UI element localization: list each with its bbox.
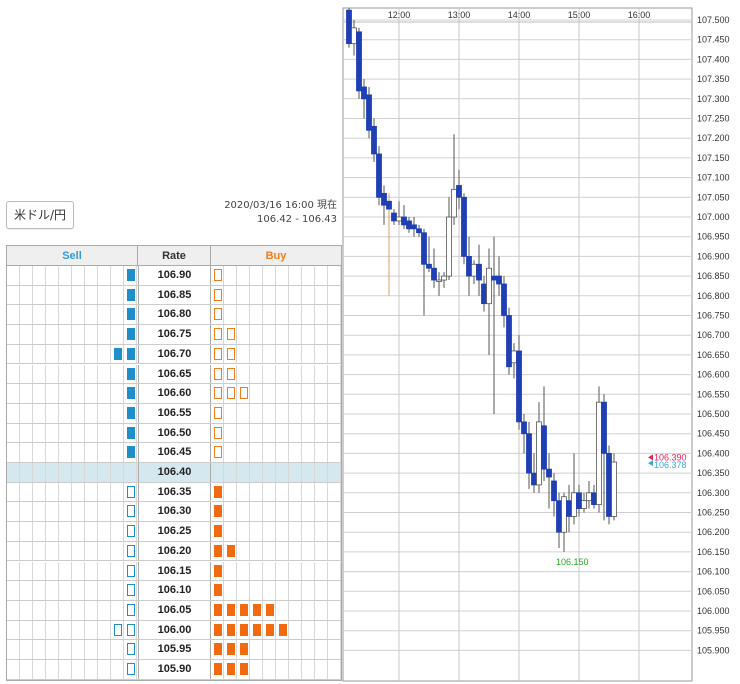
- candle-body: [476, 263, 482, 281]
- current-bid-label: 106.378: [654, 460, 687, 470]
- candle-body: [586, 492, 592, 502]
- y-tick-label: 106.300: [697, 488, 730, 498]
- candle-body: [416, 228, 422, 234]
- candle-body: [351, 27, 357, 45]
- candle-body: [461, 196, 467, 257]
- candle-body: [571, 492, 577, 517]
- y-tick-label: 106.150: [697, 547, 730, 557]
- y-tick-label: 106.700: [697, 330, 730, 340]
- candle-body: [566, 500, 572, 517]
- candle-body: [401, 216, 407, 226]
- y-tick-label: 107.300: [697, 94, 730, 104]
- candlestick-chart: 107.500 107.450 107.400 107.350 107.300 107.2…: [342, 7, 730, 682]
- candle-body: [581, 500, 587, 509]
- candle-body: [436, 279, 442, 282]
- y-tick-label: 106.450: [697, 429, 730, 439]
- y-tick-label: 106.750: [697, 311, 730, 321]
- candle-body: [511, 350, 517, 364]
- candle-body: [466, 255, 472, 277]
- y-tick-label: 107.000: [697, 212, 730, 222]
- candle-body: [486, 267, 492, 305]
- y-tick-label: 107.500: [697, 15, 730, 25]
- candle-body: [371, 125, 377, 155]
- candle-body: [606, 452, 612, 517]
- y-tick-label: 107.100: [697, 173, 730, 183]
- y-tick-label: 107.150: [697, 153, 730, 163]
- y-tick-label: 106.050: [697, 586, 730, 596]
- candle-body: [456, 185, 462, 198]
- candle-body: [601, 401, 607, 454]
- candle-body: [541, 425, 547, 470]
- candle-body: [446, 216, 452, 277]
- candle-body: [431, 267, 437, 281]
- candle-body: [391, 212, 397, 222]
- candle-body: [496, 275, 502, 285]
- candle-body: [576, 492, 582, 509]
- candle-body: [611, 461, 617, 517]
- candle-body: [536, 421, 542, 486]
- candle-body: [596, 401, 602, 506]
- y-tick-label: 107.250: [697, 114, 730, 124]
- plot-area: [342, 7, 693, 682]
- candle-body: [426, 263, 432, 269]
- low-price-annotation: 106.150: [556, 557, 589, 567]
- candle-body: [526, 433, 532, 474]
- y-tick-label: 107.350: [697, 74, 730, 84]
- candle-body: [481, 283, 487, 305]
- candle-body: [471, 263, 477, 277]
- candle-body: [421, 232, 427, 265]
- candle-body: [356, 31, 362, 92]
- y-tick-label: 106.000: [697, 606, 730, 616]
- y-tick-label: 106.600: [697, 370, 730, 380]
- y-tick-label: 106.650: [697, 350, 730, 360]
- candle-body: [376, 153, 382, 198]
- candle-body: [381, 192, 387, 206]
- candle-body: [411, 224, 417, 230]
- candle-body: [521, 421, 527, 435]
- candle-body: [561, 496, 567, 533]
- y-tick-label: 106.400: [697, 448, 730, 458]
- candle-body: [406, 220, 412, 230]
- candle-body: [491, 275, 497, 281]
- candle-body: [531, 472, 537, 486]
- candle-body: [556, 500, 562, 533]
- y-tick-label: 106.950: [697, 232, 730, 242]
- candle-body: [346, 9, 352, 45]
- y-tick-label: 107.200: [697, 133, 730, 143]
- candle-body: [506, 315, 512, 368]
- y-tick-label: 106.200: [697, 527, 730, 537]
- y-tick-label: 106.850: [697, 271, 730, 281]
- candle-body: [516, 350, 522, 423]
- x-tick-label: 14:00: [508, 10, 531, 20]
- y-tick-label: 106.100: [697, 567, 730, 577]
- y-tick-label: 106.550: [697, 389, 730, 399]
- y-tick-label: 105.950: [697, 626, 730, 636]
- y-tick-label: 106.250: [697, 508, 730, 518]
- y-tick-label: 107.050: [697, 192, 730, 202]
- y-tick-label: 107.450: [697, 35, 730, 45]
- x-tick-label: 16:00: [628, 10, 651, 20]
- candle-body: [366, 94, 372, 131]
- candle-body: [501, 283, 507, 316]
- y-tick-label: 106.350: [697, 468, 730, 478]
- x-tick-label: 13:00: [448, 10, 471, 20]
- candle-body: [451, 189, 457, 218]
- candle-body: [441, 275, 447, 281]
- y-tick-label: 106.900: [697, 251, 730, 261]
- candle-body: [591, 492, 597, 506]
- candle-body: [396, 216, 402, 222]
- y-tick-label: 106.500: [697, 409, 730, 419]
- x-tick-label: 12:00: [388, 10, 411, 20]
- candle-body: [386, 200, 392, 210]
- y-tick-label: 106.800: [697, 291, 730, 301]
- candle-body: [546, 468, 552, 478]
- candle-body: [361, 86, 367, 100]
- y-tick-label: 105.900: [697, 645, 730, 655]
- candle-body: [551, 480, 557, 502]
- x-tick-label: 15:00: [568, 10, 591, 20]
- y-tick-label: 107.400: [697, 54, 730, 64]
